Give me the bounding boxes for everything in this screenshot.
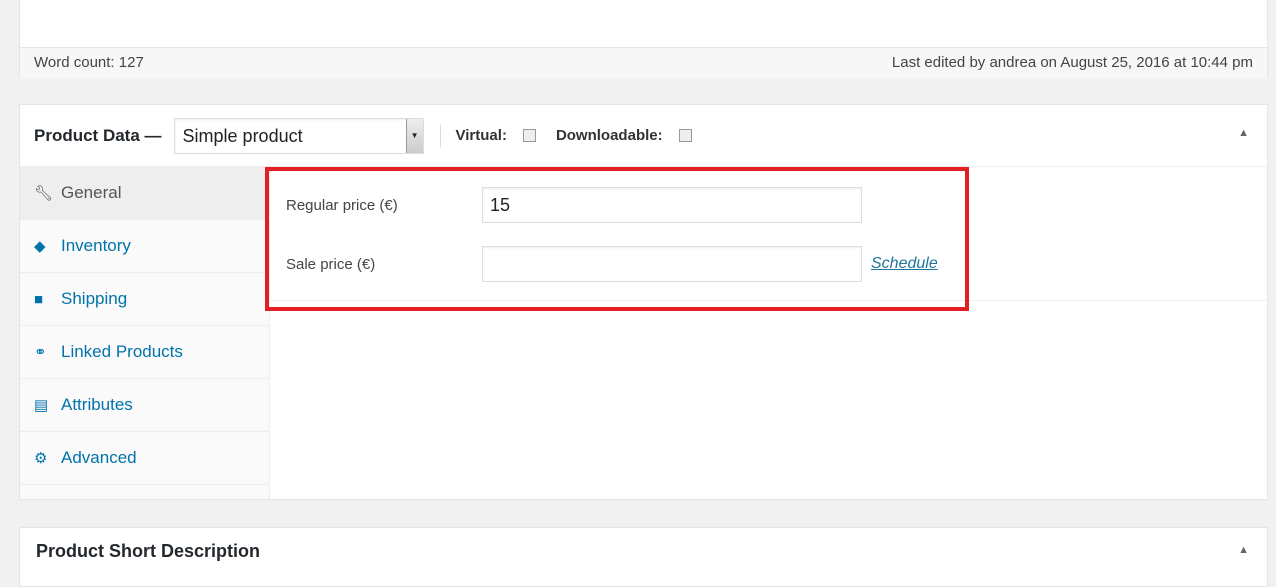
short-description-box: Product Short Description ▲ <box>19 527 1268 587</box>
collapse-toggle-icon[interactable]: ▲ <box>1238 127 1249 139</box>
product-type-select[interactable]: Simple product ▼ <box>173 117 424 154</box>
editor-box: Word count: 127 Last edited by andrea on… <box>19 0 1268 78</box>
word-count: Word count: 127 <box>34 54 144 71</box>
tab-label: General <box>61 183 122 202</box>
divider <box>439 123 441 148</box>
tab-linked-products[interactable]: ⚭ Linked Products <box>20 326 269 379</box>
tab-shipping[interactable]: ■ Shipping <box>20 273 269 326</box>
gear-icon: ⚙ <box>34 450 48 467</box>
downloadable-checkbox[interactable] <box>678 129 692 142</box>
tab-advanced[interactable]: ⚙ Advanced <box>20 432 269 485</box>
product-data-title: Product Data — <box>34 125 162 145</box>
tab-general[interactable]: 🔧︎ General <box>20 167 269 220</box>
list-icon: ▤ <box>34 397 49 414</box>
tab-label: Shipping <box>61 289 128 308</box>
link-icon: ⚭ <box>34 344 47 361</box>
tab-label: Inventory <box>61 236 131 255</box>
last-edited: Last edited by andrea on August 25, 2016… <box>891 54 1253 71</box>
tab-label: Advanced <box>61 448 137 467</box>
chevron-down-icon: ▼ <box>405 118 423 153</box>
virtual-label: Virtual: <box>455 127 507 144</box>
virtual-checkbox[interactable] <box>522 129 536 142</box>
downloadable-label: Downloadable: <box>555 127 663 144</box>
product-data-header: Product Data — Simple product ▼ Virtual: … <box>20 105 1267 167</box>
tab-label: Linked Products <box>61 342 183 361</box>
product-type-value: Simple product <box>182 125 303 146</box>
tab-label: Attributes <box>61 395 133 414</box>
product-data-tabs: 🔧︎ General ◆ Inventory ■ Shipping ⚭ Linked P… <box>20 167 270 499</box>
wrench-icon: 🔧︎ <box>34 185 54 202</box>
tag-icon: ◆ <box>34 238 46 255</box>
highlight-box <box>265 167 969 311</box>
truck-icon: ■ <box>34 290 44 308</box>
tab-attributes[interactable]: ▤ Attributes <box>20 379 269 432</box>
short-description-title: Product Short Description <box>36 541 261 561</box>
collapse-toggle-icon[interactable]: ▲ <box>1238 544 1249 556</box>
tab-inventory[interactable]: ◆ Inventory <box>20 220 269 273</box>
editor-status-bar: Word count: 127 Last edited by andrea on… <box>20 47 1267 78</box>
